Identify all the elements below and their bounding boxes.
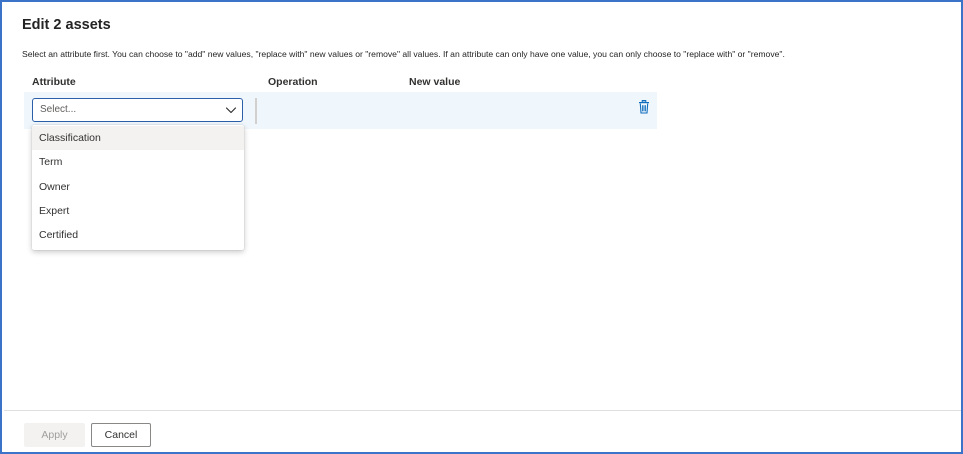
- cancel-button[interactable]: Cancel: [91, 423, 151, 447]
- attribute-select-placeholder: Select...: [40, 104, 77, 115]
- chevron-down-icon[interactable]: [224, 103, 238, 117]
- edit-assets-dialog: Edit 2 assets Select an attribute first.…: [0, 0, 963, 454]
- dialog-description: Select an attribute first. You can choos…: [22, 49, 785, 59]
- dropdown-option-certified[interactable]: Certified: [32, 223, 244, 247]
- apply-button[interactable]: Apply: [24, 423, 85, 447]
- column-header-attribute: Attribute: [32, 76, 76, 88]
- column-divider: [255, 98, 257, 124]
- dialog-title: Edit 2 assets: [22, 17, 111, 33]
- dropdown-option-owner[interactable]: Owner: [32, 175, 244, 199]
- column-header-operation: Operation: [268, 76, 318, 88]
- attribute-dropdown-list: Classification Term Owner Expert Certifi…: [32, 125, 244, 250]
- attribute-select[interactable]: Select...: [32, 98, 243, 122]
- column-header-new-value: New value: [409, 76, 461, 88]
- dropdown-option-expert[interactable]: Expert: [32, 199, 244, 223]
- dropdown-option-term[interactable]: Term: [32, 150, 244, 174]
- trash-icon[interactable]: [638, 100, 650, 114]
- dropdown-option-classification[interactable]: Classification: [32, 126, 244, 151]
- footer-divider: [4, 410, 961, 411]
